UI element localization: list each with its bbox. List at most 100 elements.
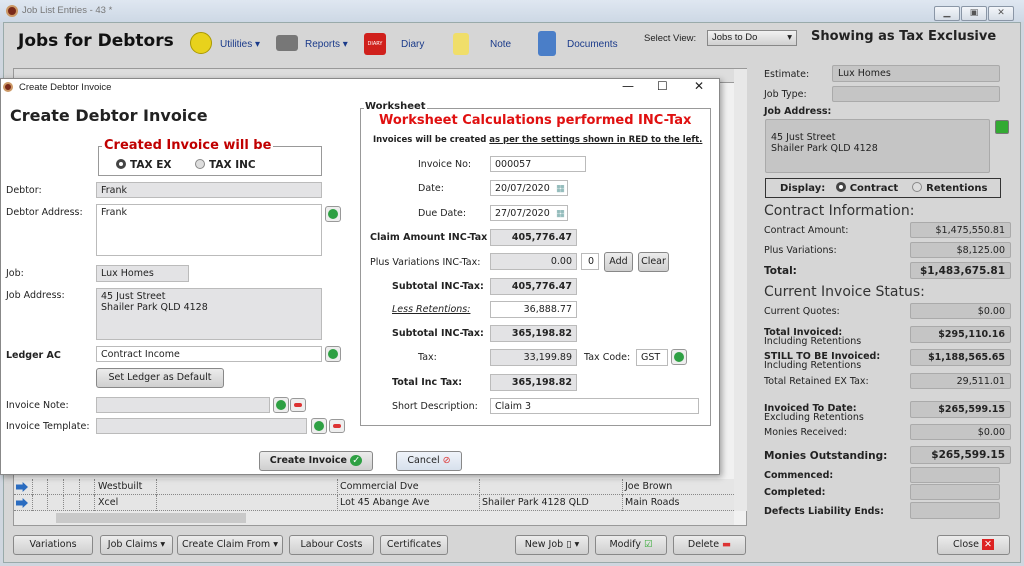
create-invoice-button[interactable]: Create Invoice ✓ bbox=[259, 451, 373, 471]
display-retentions-radio[interactable]: Retentions bbox=[912, 182, 987, 194]
utilities-menu[interactable]: Utilities ▾ bbox=[220, 39, 260, 50]
note-button[interactable]: Note bbox=[490, 39, 511, 50]
dialog-minimize-button[interactable]: — bbox=[622, 79, 634, 93]
certificates-button[interactable]: Certificates bbox=[380, 535, 448, 555]
invoice-template-dropdown-icon[interactable] bbox=[311, 418, 327, 434]
plus-variations-field: $8,125.00 bbox=[910, 242, 1011, 258]
subtotal2-label: Subtotal INC-Tax: bbox=[392, 328, 484, 339]
dialog-maximize-button[interactable]: ☐ bbox=[657, 79, 668, 93]
ledger-dropdown-icon[interactable] bbox=[325, 346, 341, 362]
debtor-label: Debtor: bbox=[6, 185, 42, 196]
invoice-template-clear-icon[interactable] bbox=[329, 419, 345, 433]
job-type-field bbox=[832, 86, 1000, 102]
set-ledger-default-button[interactable]: Set Ledger as Default bbox=[96, 368, 224, 388]
defects-label: Defects Liability Ends: bbox=[764, 506, 884, 517]
close-button[interactable]: Close ✕ bbox=[937, 535, 1010, 555]
utilities-icon bbox=[190, 32, 212, 54]
restore-button[interactable]: ▣ bbox=[961, 6, 987, 21]
horizontal-scrollbar[interactable] bbox=[14, 511, 734, 525]
current-quotes-label: Current Quotes: bbox=[764, 306, 840, 317]
add-variations-button[interactable]: Add bbox=[604, 252, 633, 272]
status-heading: Current Invoice Status: bbox=[764, 284, 925, 300]
job-type-label: Job Type: bbox=[764, 89, 807, 100]
variations-count-field[interactable]: 0 bbox=[581, 253, 599, 270]
tax-code-field[interactable]: GST bbox=[636, 349, 668, 366]
table-row[interactable]: Westbuilt Commercial Dve Joe Brown bbox=[14, 479, 734, 495]
calendar-icon: ▦ bbox=[556, 183, 565, 194]
invoice-note-field[interactable] bbox=[96, 397, 270, 413]
delete-button[interactable]: Delete ▬ bbox=[673, 535, 746, 555]
plus-variations-label: Plus Variations INC-Tax: bbox=[370, 257, 481, 268]
invoice-note-label: Invoice Note: bbox=[6, 400, 69, 411]
due-date-label: Due Date: bbox=[418, 208, 467, 219]
retained-label: Total Retained EX Tax: bbox=[764, 376, 869, 387]
close-window-button[interactable]: ✕ bbox=[988, 6, 1014, 21]
delete-icon: ▬ bbox=[722, 539, 732, 550]
window-title: Job List Entries - 43 * bbox=[22, 5, 113, 16]
new-job-button[interactable]: New Job ▯ ▾ bbox=[515, 535, 589, 555]
tax-inc-radio[interactable]: TAX INC bbox=[195, 159, 256, 171]
scrollbar-thumb[interactable] bbox=[56, 513, 246, 523]
date-label: Date: bbox=[418, 183, 444, 194]
note-icon bbox=[453, 33, 469, 55]
total-invoiced-label: Total Invoiced: Including Retentions bbox=[764, 327, 862, 347]
vertical-scrollbar[interactable] bbox=[734, 69, 747, 511]
table-row[interactable]: Xcel Lot 45 Abange Ave Shailer Park 4128… bbox=[14, 495, 734, 511]
diary-icon: DIARY bbox=[364, 33, 386, 55]
cell-address: Commercial Dve bbox=[340, 481, 419, 492]
ledger-field[interactable]: Contract Income bbox=[96, 346, 322, 362]
invoice-note-clear-icon[interactable] bbox=[290, 398, 306, 412]
less-retentions-field[interactable]: 36,888.77 bbox=[490, 301, 577, 318]
dialog-close-button[interactable]: ✕ bbox=[694, 79, 704, 93]
job-label: Job: bbox=[6, 268, 24, 279]
select-view-label: Select View: bbox=[644, 33, 697, 44]
dialog-heading: Create Debtor Invoice bbox=[10, 106, 208, 125]
estimate-field: Lux Homes bbox=[832, 65, 1000, 82]
tax-code-dropdown-icon[interactable] bbox=[671, 349, 687, 365]
modify-icon: ☑ bbox=[643, 539, 653, 550]
invoiced-to-date-label: Invoiced To Date: Excluding Retentions bbox=[764, 403, 864, 423]
completed-label: Completed: bbox=[764, 487, 826, 498]
clear-variations-button[interactable]: Clear bbox=[638, 252, 669, 272]
cell-contact: Main Roads bbox=[625, 497, 680, 508]
invoice-no-label: Invoice No: bbox=[418, 159, 472, 170]
create-debtor-invoice-dialog: Create Debtor Invoice — ☐ ✕ Create Debto… bbox=[0, 78, 720, 475]
cancel-icon: ⊘ bbox=[442, 455, 451, 466]
create-claim-from-button[interactable]: Create Claim From ▾ bbox=[177, 535, 283, 555]
debtor-address-field[interactable]: Frank bbox=[96, 204, 322, 256]
map-icon[interactable] bbox=[995, 120, 1009, 134]
variations-button[interactable]: Variations bbox=[13, 535, 93, 555]
labour-costs-button[interactable]: Labour Costs bbox=[289, 535, 374, 555]
invoice-note-dropdown-icon[interactable] bbox=[273, 397, 289, 413]
due-date-field[interactable]: 27/07/2020 ▦ bbox=[490, 205, 568, 221]
tax-field: 33,199.89 bbox=[490, 349, 577, 366]
tax-ex-radio[interactable]: TAX EX bbox=[116, 159, 172, 171]
invoice-template-field[interactable] bbox=[96, 418, 307, 434]
worksheet-heading: Worksheet Calculations performed INC-Tax bbox=[379, 113, 692, 128]
job-claims-button[interactable]: Job Claims ▾ bbox=[100, 535, 173, 555]
short-description-field[interactable]: Claim 3 bbox=[490, 398, 699, 414]
check-icon: ✓ bbox=[350, 455, 363, 466]
monies-outstanding-field: $265,599.15 bbox=[910, 446, 1011, 464]
less-retentions-link[interactable]: Less Retentions: bbox=[392, 304, 470, 315]
select-view-dropdown[interactable]: Jobs to Do ▾ bbox=[707, 30, 797, 46]
display-contract-radio[interactable]: Contract bbox=[835, 182, 898, 194]
minimize-button[interactable]: ▁ bbox=[934, 6, 960, 21]
retained-field: 29,511.01 bbox=[910, 373, 1011, 389]
cancel-button[interactable]: Cancel ⊘ bbox=[396, 451, 462, 471]
date-field[interactable]: 20/07/2020 ▦ bbox=[490, 180, 568, 196]
total-label: Total: bbox=[764, 265, 797, 277]
page-title: Jobs for Debtors bbox=[18, 31, 174, 51]
modify-button[interactable]: Modify ☑ bbox=[595, 535, 667, 555]
diary-button[interactable]: Diary bbox=[401, 39, 424, 50]
calendar-icon: ▦ bbox=[556, 208, 565, 219]
display-toggle: Display: Contract Retentions bbox=[765, 178, 1001, 198]
invoice-no-field[interactable]: 000057 bbox=[490, 156, 586, 172]
debtor-address-dropdown-icon[interactable] bbox=[325, 206, 341, 222]
estimate-label: Estimate: bbox=[764, 69, 810, 80]
documents-button[interactable]: Documents bbox=[567, 39, 618, 50]
subtotal2-field: 365,198.82 bbox=[490, 325, 577, 342]
reports-menu[interactable]: Reports ▾ bbox=[305, 39, 348, 50]
debtor-address-label: Debtor Address: bbox=[6, 207, 83, 218]
documents-icon bbox=[538, 31, 556, 56]
